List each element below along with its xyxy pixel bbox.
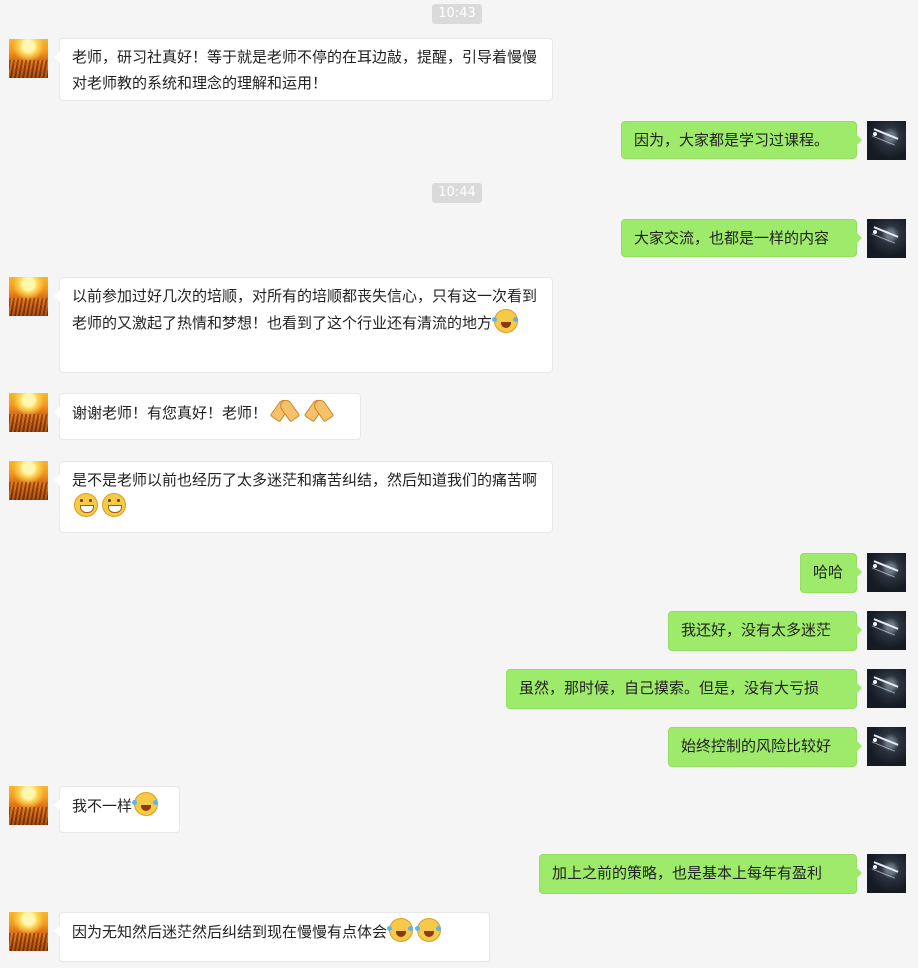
contact-avatar[interactable]	[9, 461, 48, 500]
grin-emoji-icon	[102, 493, 126, 517]
message-text: 哈哈	[813, 563, 844, 581]
message-text: 以前参加过好几次的培顺，对所有的培顺都丧失信心，只有这一次看到老师的又激起了热情…	[72, 287, 538, 332]
contact-avatar[interactable]	[9, 39, 48, 78]
message-text: 因为无知然后迷茫然后纠结到现在慢慢有点体会	[72, 923, 388, 941]
message-text: 大家交流，也都是一样的内容	[634, 229, 830, 247]
my-avatar[interactable]	[867, 727, 906, 766]
laugh-cry-emoji-icon	[415, 918, 442, 942]
laugh-cry-emoji-icon	[492, 309, 519, 333]
message-bubble[interactable]: 哈哈	[800, 553, 862, 593]
grin-emoji-icon	[74, 493, 98, 517]
message-text: 加上之前的策略，也是基本上每年有盈利	[552, 864, 823, 882]
message-text: 老师，研习社真好！等于就是老师不停的在耳边敲，提醒，引导着慢慢对老师教的系统和理…	[72, 48, 538, 92]
message-bubble[interactable]: 我还好，没有太多迷茫	[668, 611, 862, 651]
message-text: 始终控制的风险比较好	[681, 737, 832, 755]
my-avatar[interactable]	[867, 121, 906, 160]
message-bubble[interactable]: 谢谢老师！有您真好！老师！	[54, 393, 361, 440]
message-bubble[interactable]: 老师，研习社真好！等于就是老师不停的在耳边敲，提醒，引导着慢慢对老师教的系统和理…	[54, 38, 553, 101]
timestamp: 10:43	[432, 4, 482, 24]
message-bubble[interactable]: 虽然，那时候，自己摸索。但是，没有大亏损	[506, 669, 862, 709]
message-bubble[interactable]: 始终控制的风险比较好	[668, 727, 862, 767]
contact-avatar[interactable]	[9, 393, 48, 432]
contact-avatar[interactable]	[9, 786, 48, 825]
message-bubble[interactable]: 我不一样	[54, 786, 180, 833]
my-avatar[interactable]	[867, 611, 906, 650]
my-avatar[interactable]	[867, 854, 906, 893]
contact-avatar[interactable]	[9, 277, 48, 316]
my-avatar[interactable]	[867, 553, 906, 592]
clap-emoji-icon	[303, 399, 333, 423]
message-text: 因为，大家都是学习过课程。	[634, 131, 830, 149]
clap-emoji-icon	[269, 399, 299, 423]
message-text: 虽然，那时候，自己摸索。但是，没有大亏损	[519, 679, 820, 697]
message-bubble[interactable]: 是不是老师以前也经历了太多迷茫和痛苦纠结，然后知道我们的痛苦啊	[54, 461, 553, 533]
message-text: 我不一样	[72, 797, 133, 815]
message-bubble[interactable]: 大家交流，也都是一样的内容	[621, 219, 862, 257]
my-avatar[interactable]	[867, 669, 906, 708]
message-text: 谢谢老师！有您真好！老师！	[72, 404, 268, 422]
laugh-cry-emoji-icon	[132, 792, 159, 816]
laugh-cry-emoji-icon	[387, 918, 414, 942]
message-bubble[interactable]: 以前参加过好几次的培顺，对所有的培顺都丧失信心，只有这一次看到老师的又激起了热情…	[54, 277, 553, 373]
timestamp: 10:44	[432, 183, 482, 203]
message-bubble[interactable]: 因为，大家都是学习过课程。	[621, 121, 862, 159]
my-avatar[interactable]	[867, 219, 906, 258]
message-bubble[interactable]: 加上之前的策略，也是基本上每年有盈利	[539, 854, 862, 894]
message-text: 是不是老师以前也经历了太多迷茫和痛苦纠结，然后知道我们的痛苦啊	[72, 471, 538, 489]
contact-avatar[interactable]	[9, 912, 48, 951]
message-text: 我还好，没有太多迷茫	[681, 621, 832, 639]
message-bubble[interactable]: 因为无知然后迷茫然后纠结到现在慢慢有点体会	[54, 912, 490, 962]
